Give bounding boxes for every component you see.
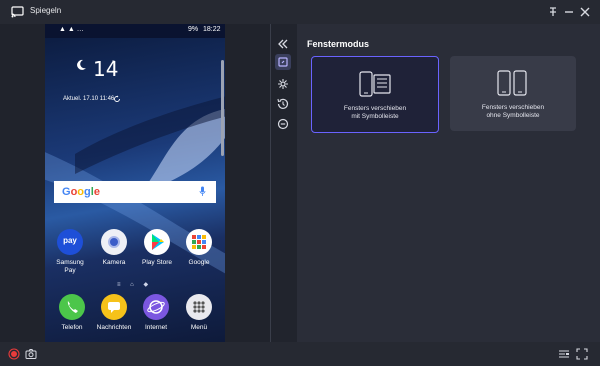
- settings-icon[interactable]: [275, 76, 291, 92]
- card-caption: Fensters verschieben ohne Symbolleiste: [481, 104, 545, 119]
- cast-icon: [11, 6, 24, 18]
- weather-updated: Aktuel. 17.10 11:46: [63, 96, 115, 102]
- minus-circle-icon[interactable]: [275, 116, 291, 132]
- scrollbar[interactable]: [221, 60, 224, 156]
- close-icon[interactable]: [578, 5, 592, 19]
- status-time: 18:22: [203, 26, 221, 33]
- status-notifications: ▲ ▲ …: [59, 26, 84, 33]
- fullscreen-icon[interactable]: [576, 348, 588, 360]
- minimize-icon[interactable]: [562, 5, 576, 19]
- menu-icon: [186, 294, 212, 320]
- collapse-icon[interactable]: [275, 36, 291, 52]
- app-label: Google: [188, 259, 210, 266]
- page-indicator: ≡ ⌂ ◆: [117, 282, 153, 288]
- phone-without-toolbar-icon: [497, 70, 527, 96]
- window-mode-icon[interactable]: [275, 54, 291, 70]
- panel-title: Fenstermodus: [307, 39, 370, 49]
- samsung-pay-icon: pay: [57, 229, 83, 255]
- history-icon[interactable]: [275, 96, 291, 112]
- screenshot-icon[interactable]: [25, 348, 37, 360]
- internet-icon: [143, 294, 169, 320]
- bottom-toolbar: [0, 342, 600, 366]
- display-settings-icon[interactable]: [558, 348, 570, 360]
- title-bar: [0, 0, 600, 24]
- mic-icon[interactable]: [199, 186, 206, 198]
- google-folder-icon: [186, 229, 212, 255]
- refresh-icon[interactable]: [113, 95, 121, 103]
- moon-icon: [77, 59, 86, 70]
- play-store-icon: [144, 229, 170, 255]
- pin-icon[interactable]: [546, 5, 560, 19]
- phone-icon: [59, 294, 85, 320]
- battery-level: 9%: [188, 26, 199, 33]
- messages-icon: [101, 294, 127, 320]
- window-mode-with-toolbar[interactable]: Fensters verschieben mit Symbolleiste: [311, 56, 439, 133]
- record-icon[interactable]: [8, 348, 20, 360]
- window-mode-without-toolbar[interactable]: Fensters verschieben ohne Symbolleiste: [450, 56, 576, 131]
- app-label: Menü: [190, 324, 208, 331]
- tool-sidebar: [270, 24, 298, 342]
- card-caption: Fensters verschieben mit Symbolleiste: [343, 105, 407, 120]
- google-logo: Google: [62, 186, 100, 198]
- phone-with-toolbar-icon: [359, 71, 391, 97]
- window-title: Spiegeln: [30, 6, 62, 15]
- temperature-unit: °: [112, 60, 115, 67]
- camera-app-icon: [101, 229, 127, 255]
